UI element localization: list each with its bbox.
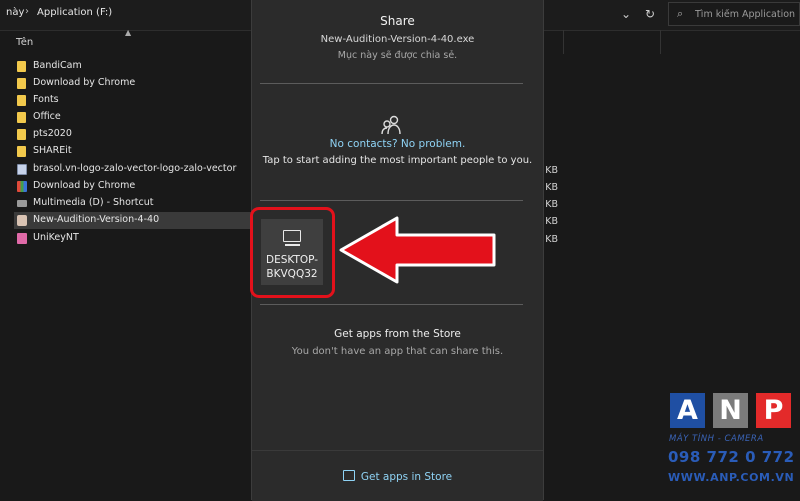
search-input[interactable]	[695, 6, 797, 22]
logo-letter-a: A	[670, 393, 705, 428]
logo-website: WWW.ANP.COM.VN	[668, 471, 795, 484]
refresh-icon[interactable]: ↻	[640, 4, 660, 24]
list-item-selected[interactable]: New-Audition-Version-4-40	[14, 212, 253, 229]
share-note: Mục này sẽ được chia sẻ.	[337, 50, 458, 61]
list-item[interactable]: Download by Chrome	[14, 75, 250, 92]
divider	[260, 304, 523, 305]
store-description: You don't have an app that can share thi…	[291, 346, 504, 357]
add-contacts-icon[interactable]	[380, 114, 402, 136]
file-name: SHAREit	[33, 145, 72, 156]
list-item[interactable]: Fonts	[14, 92, 250, 109]
chevron-down-icon[interactable]: ⌄	[616, 4, 636, 24]
application-icon	[17, 215, 27, 226]
breadcrumb-separator-icon: ›	[25, 6, 29, 17]
file-name: BandiCam	[33, 60, 82, 71]
no-contacts-description: Tap to start adding the most important p…	[262, 155, 533, 166]
list-item[interactable]: Download by Chrome	[14, 178, 250, 195]
drive-shortcut-icon	[17, 200, 27, 207]
file-name: Multimedia (D) - Shortcut	[33, 197, 154, 208]
column-header-name[interactable]: Tên	[16, 37, 33, 48]
highlight-box	[250, 207, 335, 298]
logo-letter-p: P	[756, 393, 791, 428]
logo-tagline: MÁY TÍNH - CAMERA	[669, 434, 764, 444]
divider	[260, 83, 523, 84]
anp-logo: A N P MÁY TÍNH - CAMERA 098 772 0 772 WW…	[665, 393, 800, 500]
list-item[interactable]: brasol.vn-logo-zalo-vector-logo-zalo-vec…	[14, 161, 250, 178]
store-title: Get apps from the Store	[334, 328, 461, 340]
folder-icon	[17, 61, 26, 72]
file-name: Office	[33, 111, 61, 122]
folder-icon	[17, 146, 26, 157]
list-item[interactable]: SHAREit	[14, 143, 250, 160]
file-name: Fonts	[33, 94, 59, 105]
no-contacts-link[interactable]: No contacts? No problem.	[252, 138, 543, 150]
breadcrumb-item-this-pc[interactable]: này	[6, 7, 24, 18]
divider	[260, 200, 523, 201]
folder-icon	[17, 112, 26, 123]
image-file-icon	[17, 164, 27, 175]
sort-ascending-icon: ▲	[125, 28, 132, 37]
breadcrumb-item-drive[interactable]: Application (F:)	[37, 7, 112, 18]
file-name: New-Audition-Version-4-40	[33, 214, 160, 225]
get-apps-label: Get apps in Store	[360, 471, 453, 483]
column-divider[interactable]	[660, 30, 661, 54]
list-item[interactable]: Office	[14, 109, 250, 126]
logo-phone: 098 772 0 772	[668, 448, 795, 466]
unikey-icon	[17, 233, 27, 244]
list-item[interactable]: pts2020	[14, 126, 250, 143]
folder-icon	[17, 95, 26, 106]
share-filename: New-Audition-Version-4-40.exe	[320, 34, 475, 45]
search-icon: ⌕	[677, 7, 684, 20]
file-name: brasol.vn-logo-zalo-vector-logo-zalo-vec…	[33, 163, 237, 174]
file-name: Download by Chrome	[33, 180, 136, 191]
file-name: UniKeyNT	[33, 232, 79, 243]
column-divider[interactable]	[563, 30, 564, 54]
share-title: Share	[380, 14, 415, 28]
folder-icon	[17, 78, 26, 89]
file-name: Download by Chrome	[33, 77, 136, 88]
file-name: pts2020	[33, 128, 72, 139]
get-apps-button[interactable]: Get apps in Store	[252, 465, 543, 484]
chrome-shortcut-icon	[17, 181, 27, 192]
list-item[interactable]: UniKeyNT	[14, 230, 250, 247]
arrow-left-icon	[339, 216, 496, 284]
store-bag-icon	[342, 470, 355, 481]
store-button-bar: Get apps in Store	[252, 450, 543, 501]
list-item[interactable]: BandiCam	[14, 58, 250, 75]
search-box[interactable]: ⌕	[668, 2, 800, 26]
list-item[interactable]: Multimedia (D) - Shortcut	[14, 195, 250, 212]
folder-icon	[17, 129, 26, 140]
logo-letter-n: N	[713, 393, 748, 428]
